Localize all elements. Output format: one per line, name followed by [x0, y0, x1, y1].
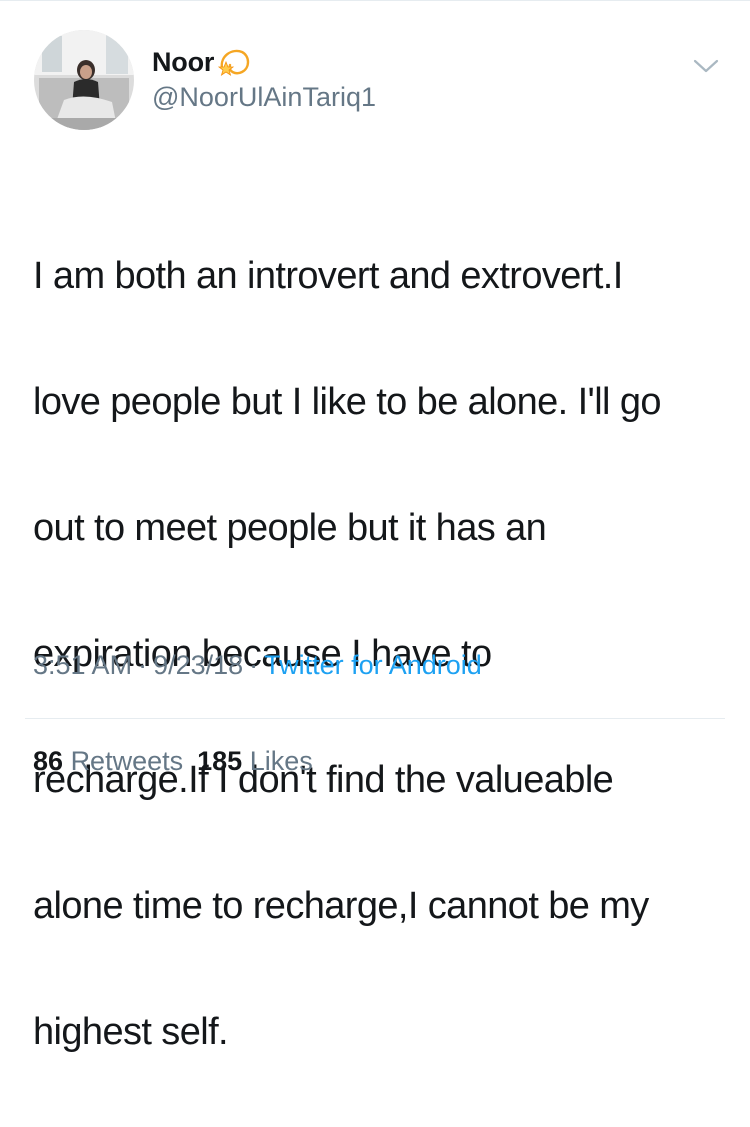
tweet-date[interactable]: 9/23/18	[153, 650, 243, 680]
tweet-meta: 3:51 AM · 9/23/18 · Twitter for Android	[33, 650, 482, 681]
avatar[interactable]	[34, 30, 134, 130]
likes-count: 185	[197, 746, 243, 776]
avatar-photo	[34, 30, 134, 130]
retweets-stat[interactable]: 86 Retweets	[33, 746, 183, 776]
author-display-name[interactable]: Noor	[152, 47, 214, 78]
tweet-text-line: alone time to recharge,I cannot be my	[33, 885, 649, 927]
tweet-text-line: highest self.	[33, 1011, 229, 1053]
meta-separator: ·	[138, 650, 148, 680]
meta-separator: ·	[249, 650, 259, 680]
tweet-text-line: out to meet people but it has an	[33, 507, 547, 549]
likes-label: Likes	[249, 746, 313, 776]
author-name-row[interactable]: Noor	[152, 44, 252, 80]
author-handle[interactable]: @NoorUlAinTariq1	[152, 82, 376, 113]
retweets-label: Retweets	[70, 746, 184, 776]
tweet-source-link[interactable]: Twitter for Android	[264, 650, 482, 680]
tweet-time[interactable]: 3:51 AM	[33, 650, 132, 680]
tweet-stats: 86 Retweets 185 Likes	[33, 746, 313, 777]
likes-stat[interactable]: 185 Likes	[197, 746, 313, 776]
top-border	[0, 0, 750, 1]
divider	[25, 718, 725, 719]
tweet-text-line: I am both an introvert and extrovert.I	[33, 255, 623, 297]
dizzy-star-icon	[218, 46, 252, 78]
tweet-text-line: love people but I like to be alone. I'll…	[33, 381, 662, 423]
chevron-down-icon[interactable]	[692, 56, 720, 76]
retweets-count: 86	[33, 746, 64, 776]
